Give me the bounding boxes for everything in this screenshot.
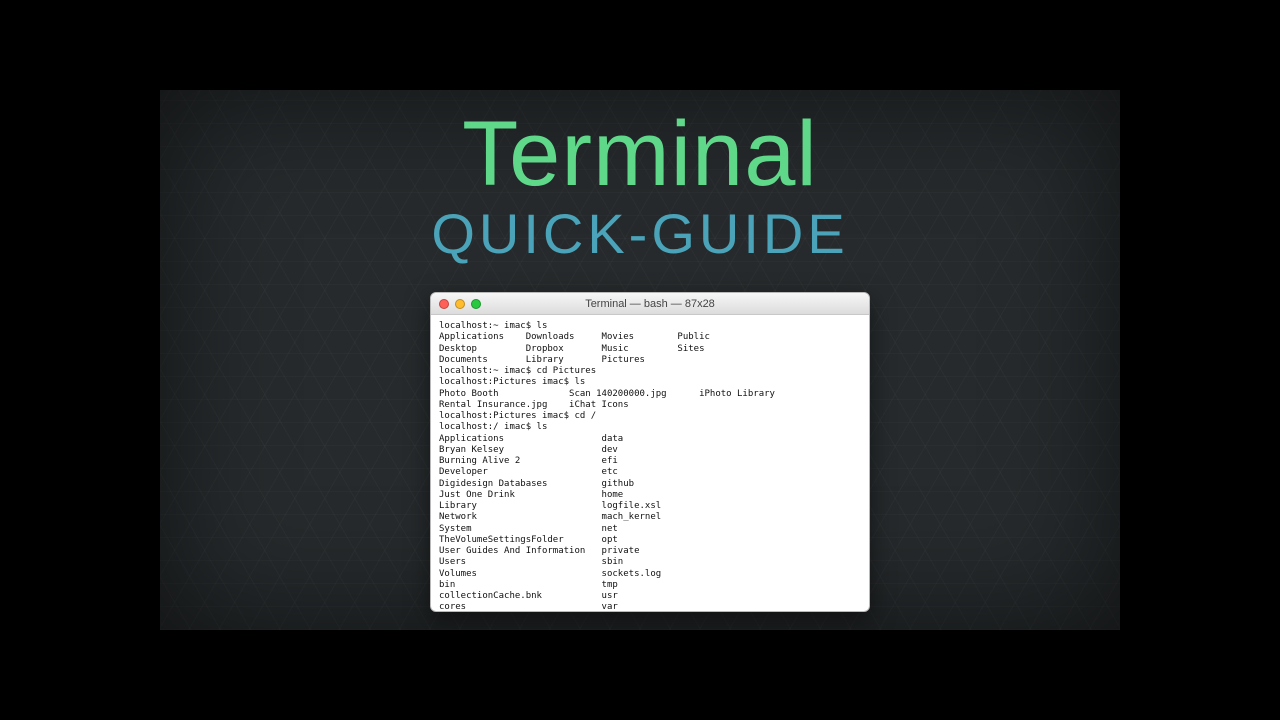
terminal-titlebar[interactable]: Terminal — bash — 87x28 bbox=[431, 293, 869, 315]
headline-line1: Terminal bbox=[160, 108, 1120, 200]
headline: Terminal QUICK-GUIDE bbox=[160, 108, 1120, 266]
slide-stage: Terminal QUICK-GUIDE Terminal — bash — 8… bbox=[160, 90, 1120, 630]
zoom-icon[interactable] bbox=[471, 299, 481, 309]
terminal-output: localhost:~ imac$ ls Applications Downlo… bbox=[439, 321, 775, 611]
close-icon[interactable] bbox=[439, 299, 449, 309]
terminal-body[interactable]: localhost:~ imac$ ls Applications Downlo… bbox=[431, 315, 869, 611]
window-title: Terminal — bash — 87x28 bbox=[431, 298, 869, 310]
traffic-lights bbox=[431, 299, 481, 309]
minimize-icon[interactable] bbox=[455, 299, 465, 309]
headline-line2: QUICK-GUIDE bbox=[160, 202, 1120, 266]
terminal-window[interactable]: Terminal — bash — 87x28 localhost:~ imac… bbox=[430, 292, 870, 612]
